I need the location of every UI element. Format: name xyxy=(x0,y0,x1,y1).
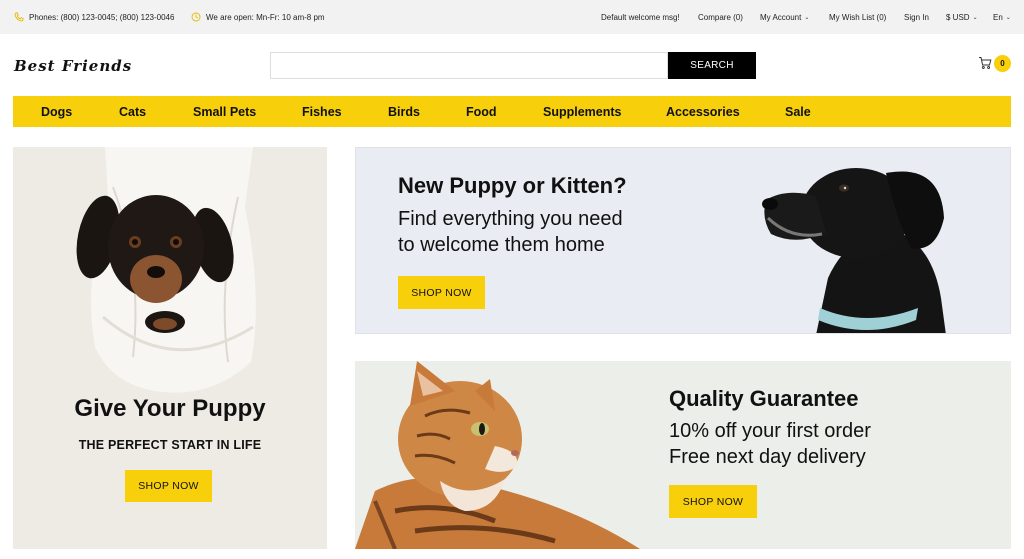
cart-count-badge: 0 xyxy=(994,55,1011,72)
main-navigation: Dogs Cats Small Pets Fishes Birds Food S… xyxy=(13,96,1011,127)
promo-top-title: New Puppy or Kitten? xyxy=(398,173,627,198)
compare-link[interactable]: Compare (0) xyxy=(698,0,743,34)
promo-banner-puppy: Give Your Puppy THE PERFECT START IN LIF… xyxy=(13,147,327,549)
nav-item-dogs[interactable]: Dogs xyxy=(41,96,72,127)
my-account-label: My Account xyxy=(760,12,802,22)
promo-bottom-title: Quality Guarantee xyxy=(669,386,859,411)
currency-label: $ USD xyxy=(946,12,970,22)
dachshund-in-blanket-image xyxy=(76,147,256,393)
shop-now-button-quality[interactable]: SHOP NOW xyxy=(669,485,757,518)
promo-left-title: Give Your Puppy xyxy=(74,395,266,422)
welcome-message: Default welcome msg! xyxy=(601,12,680,22)
phone-icon xyxy=(14,12,24,22)
wishlist-link[interactable]: My Wish List (0) xyxy=(829,0,886,34)
nav-item-sale[interactable]: Sale xyxy=(785,96,811,127)
promo-banner-quality: Quality Guarantee 10% off your first ord… xyxy=(355,361,1011,549)
promo-left-subtitle: THE PERFECT START IN LIFE xyxy=(78,438,262,452)
shop-now-button-puppy[interactable]: SHOP NOW xyxy=(125,470,212,502)
nav-item-small-pets[interactable]: Small Pets xyxy=(193,96,256,127)
language-dropdown[interactable]: En ⌄ xyxy=(993,0,1011,34)
nav-item-supplements[interactable]: Supplements xyxy=(543,96,622,127)
nav-item-fishes[interactable]: Fishes xyxy=(302,96,342,127)
promo-bottom-line-2: Free next day delivery xyxy=(669,446,866,468)
chevron-down-icon: ⌄ xyxy=(804,14,810,21)
site-logo[interactable]: Best Friends xyxy=(14,57,132,75)
hours-info: We are open: Mn-Fr: 10 am-8 pm xyxy=(191,0,325,34)
nav-item-birds[interactable]: Birds xyxy=(388,96,420,127)
clock-icon xyxy=(191,12,201,22)
currency-dropdown[interactable]: $ USD ⌄ xyxy=(946,0,978,34)
sign-in-link[interactable]: Sign In xyxy=(904,0,929,34)
phone-info: Phones: (800) 123-0045; (800) 123-0046 xyxy=(14,0,174,34)
nav-item-cats[interactable]: Cats xyxy=(119,96,146,127)
hours-text: We are open: Mn-Fr: 10 am-8 pm xyxy=(206,12,325,22)
black-labrador-image xyxy=(762,168,946,333)
cart-button[interactable]: 0 xyxy=(976,54,1014,72)
nav-item-accessories[interactable]: Accessories xyxy=(666,96,740,127)
promo-top-line-1: Find everything you need xyxy=(398,208,623,230)
phone-text: Phones: (800) 123-0045; (800) 123-0046 xyxy=(29,12,175,22)
search-button[interactable]: SEARCH xyxy=(668,52,756,79)
tabby-cat-image xyxy=(355,361,640,549)
promo-banner-new-pet: New Puppy or Kitten? Find everything you… xyxy=(355,147,1011,334)
cart-icon xyxy=(979,57,992,69)
nav-item-food[interactable]: Food xyxy=(466,96,497,127)
chevron-down-icon: ⌄ xyxy=(1005,14,1011,21)
promo-bottom-line-1: 10% off your first order xyxy=(669,420,871,442)
promo-top-line-2: to welcome them home xyxy=(398,234,605,256)
my-account-dropdown[interactable]: My Account ⌄ xyxy=(760,0,809,34)
chevron-down-icon: ⌄ xyxy=(972,14,978,21)
top-bar: Phones: (800) 123-0045; (800) 123-0046 W… xyxy=(0,0,1024,34)
shop-now-button-new-pet[interactable]: SHOP NOW xyxy=(398,276,485,309)
search-input[interactable] xyxy=(270,52,668,79)
language-label: En xyxy=(993,12,1003,22)
